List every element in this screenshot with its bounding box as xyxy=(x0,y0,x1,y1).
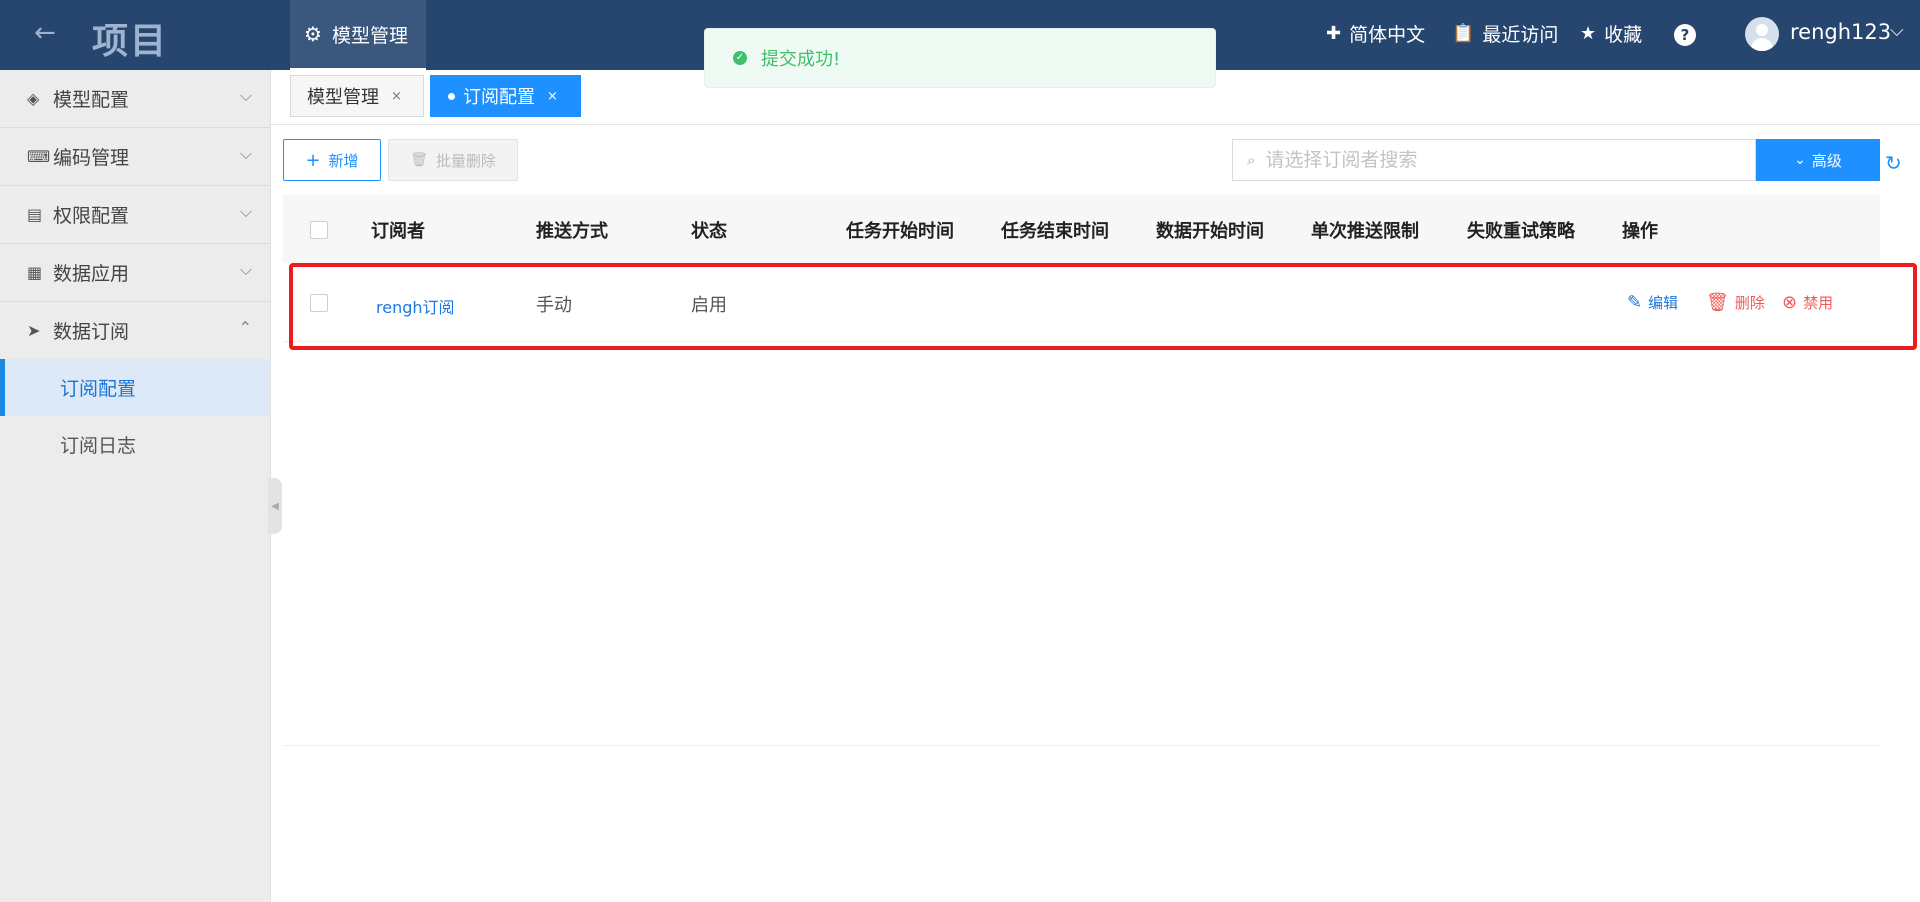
column-header: 订阅者 xyxy=(371,221,425,242)
table-header: 订阅者 推送方式 状态 任务开始时间 任务结束时间 数据开始时间 单次推送限制 … xyxy=(283,195,1880,263)
chevron-down-icon: ⌵ xyxy=(239,86,252,105)
active-dot-icon xyxy=(448,92,455,100)
refresh-icon[interactable]: ↻ xyxy=(1885,151,1902,175)
chevron-down-icon: ⌵ xyxy=(239,144,252,163)
avatar[interactable] xyxy=(1745,17,1779,51)
project-title: 项目 xyxy=(92,21,169,62)
sidebar-subitem-subscription-config[interactable]: 订阅配置 xyxy=(0,359,270,416)
collapse-left-icon: ◀ xyxy=(271,500,279,512)
page-tab-label: 模型管理 xyxy=(307,87,379,108)
sidebar-item-data-apps[interactable]: ▦ 数据应用 ⌵ xyxy=(0,244,270,302)
help-icon[interactable]: ? xyxy=(1674,24,1696,46)
column-header: 状态 xyxy=(691,221,727,242)
back-arrow-icon[interactable]: ← xyxy=(34,18,56,48)
add-button-label: 新增 xyxy=(328,151,359,170)
close-icon[interactable]: × xyxy=(391,89,402,104)
language-switcher[interactable]: ✚ 简体中文 xyxy=(1326,20,1425,47)
recent-visits-label: 最近访问 xyxy=(1482,24,1559,46)
permission-icon: ▤ xyxy=(27,205,43,224)
table-bottom-divider xyxy=(283,745,1880,746)
column-header: 单次推送限制 xyxy=(1311,221,1419,242)
language-label: 简体中文 xyxy=(1349,24,1426,46)
apps-grid-icon: ▦ xyxy=(27,263,43,282)
chevron-down-icon: ⌵ xyxy=(239,202,252,221)
plus-icon: + xyxy=(305,149,321,171)
column-header: 数据开始时间 xyxy=(1156,221,1264,242)
sidebar-item-model-config[interactable]: ◈ 模型配置 ⌵ xyxy=(0,70,270,128)
favorites-label: 收藏 xyxy=(1604,24,1643,46)
double-chevron-down-icon: ⌄ xyxy=(1794,152,1806,168)
globe-icon: ✚ xyxy=(1326,23,1342,44)
nav-tab-label: 模型管理 xyxy=(331,24,408,47)
row-highlight-box xyxy=(289,263,1917,350)
sidebar-item-label: 编码管理 xyxy=(53,147,130,169)
send-icon: ➤ xyxy=(27,321,41,340)
check-circle-icon: ✓ xyxy=(733,51,747,65)
layers-icon: ◈ xyxy=(27,89,40,108)
sidebar-item-permission-config[interactable]: ▤ 权限配置 ⌵ xyxy=(0,186,270,244)
page-tab-subscription-config[interactable]: 订阅配置 × xyxy=(430,75,581,117)
column-header: 操作 xyxy=(1622,221,1658,242)
code-icon: ⌨ xyxy=(27,147,51,166)
sidebar-item-label: 数据应用 xyxy=(53,263,130,285)
trash-icon: 🗑 xyxy=(410,152,428,168)
sidebar-item-label: 权限配置 xyxy=(53,205,130,227)
avatar-body-shape xyxy=(1751,38,1773,51)
search-icon: ⌕ xyxy=(1247,151,1256,169)
success-toast: ✓ 提交成功! xyxy=(704,28,1216,88)
sidebar: ◈ 模型配置 ⌵ ⌨ 编码管理 ⌵ ▤ 权限配置 ⌵ ▦ 数据应用 ⌵ ➤ 数据… xyxy=(0,70,271,902)
sidebar-item-label: 数据订阅 xyxy=(53,321,130,343)
search-box: ⌕ xyxy=(1232,139,1756,181)
sidebar-item-data-subscription[interactable]: ➤ 数据订阅 ⌃ xyxy=(0,302,270,359)
avatar-head-shape xyxy=(1756,24,1768,36)
nav-tab-model-management[interactable]: ⚙ 模型管理 xyxy=(290,0,426,70)
page-tab-model-management[interactable]: 模型管理 × xyxy=(290,75,424,117)
chevron-up-icon: ⌃ xyxy=(238,318,252,337)
recent-visits-button[interactable]: 📋 最近访问 xyxy=(1452,20,1558,47)
chevron-down-icon[interactable]: ⌵ xyxy=(1890,20,1904,41)
column-header: 失败重试策略 xyxy=(1467,221,1575,242)
page-tab-label: 订阅配置 xyxy=(463,87,535,108)
advanced-label: 高级 xyxy=(1811,151,1842,170)
select-all-checkbox[interactable] xyxy=(310,221,328,239)
sidebar-collapse-handle[interactable]: ◀ xyxy=(268,478,282,534)
clipboard-icon: 📋 xyxy=(1452,23,1475,44)
favorites-button[interactable]: ★ 收藏 xyxy=(1580,20,1642,47)
sidebar-subitem-subscription-log[interactable]: 订阅日志 xyxy=(0,416,270,473)
column-header: 任务开始时间 xyxy=(846,221,954,242)
batch-delete-label: 批量删除 xyxy=(435,151,496,170)
toast-message: 提交成功! xyxy=(761,49,841,70)
column-header: 任务结束时间 xyxy=(1001,221,1109,242)
star-icon: ★ xyxy=(1580,23,1597,44)
username[interactable]: rengh123 xyxy=(1790,20,1891,44)
sidebar-item-code-management[interactable]: ⌨ 编码管理 ⌵ xyxy=(0,128,270,186)
add-button[interactable]: + 新增 xyxy=(283,139,381,181)
sidebar-item-label: 模型配置 xyxy=(53,89,130,111)
batch-delete-button[interactable]: 🗑 批量删除 xyxy=(388,139,518,181)
column-header: 推送方式 xyxy=(536,221,608,242)
search-input[interactable] xyxy=(1263,148,1728,172)
advanced-search-button[interactable]: ⌄ 高级 xyxy=(1756,139,1880,181)
gear-icon: ⚙ xyxy=(304,22,322,46)
close-icon[interactable]: × xyxy=(547,89,558,104)
chevron-down-icon: ⌵ xyxy=(239,260,252,279)
